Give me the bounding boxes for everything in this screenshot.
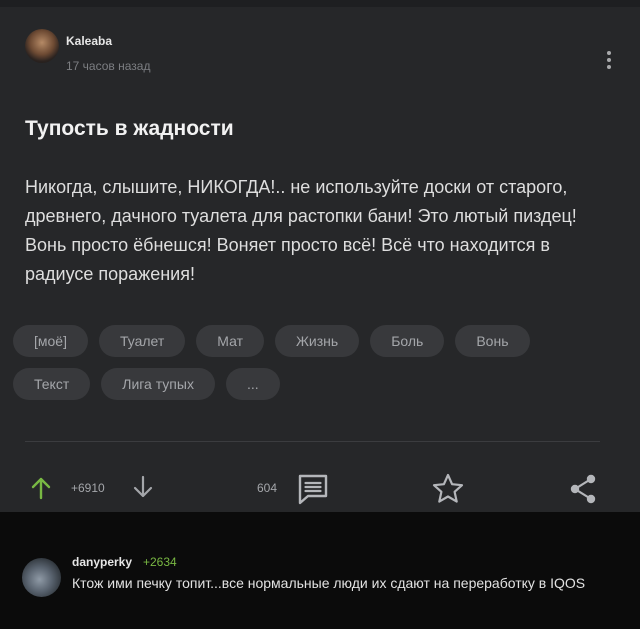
- star-icon[interactable]: [431, 472, 465, 506]
- author-avatar[interactable]: [25, 29, 59, 63]
- tag[interactable]: Жизнь: [275, 325, 360, 357]
- tag[interactable]: Вонь: [455, 325, 530, 357]
- post-title[interactable]: Тупость в жадности: [25, 117, 234, 141]
- tag[interactable]: Текст: [13, 368, 91, 400]
- tag-list: [моё] Туалет Мат Жизнь Боль Вонь Текст Л…: [13, 325, 613, 411]
- ellipsis-vertical-icon[interactable]: [600, 49, 618, 79]
- post-author[interactable]: Kaleaba: [66, 34, 112, 48]
- top-bar: [0, 0, 640, 7]
- post-score: +6910: [71, 481, 105, 495]
- post-time: 17 часов назад: [66, 59, 151, 73]
- tag[interactable]: [моё]: [13, 325, 88, 357]
- arrow-down-icon[interactable]: [132, 475, 154, 499]
- comments-icon[interactable]: [296, 472, 330, 506]
- tag[interactable]: Боль: [370, 325, 445, 357]
- post-body: Никогда, слышите, НИКОГДА!.. не использу…: [25, 177, 577, 284]
- more-tags-button[interactable]: ...: [225, 368, 280, 400]
- comments-count[interactable]: 604: [257, 481, 277, 495]
- comment: danyperky +2634 Ктож ими печку топит...в…: [0, 512, 640, 629]
- tag[interactable]: Лига тупых: [101, 368, 215, 400]
- divider: [25, 441, 600, 442]
- comment-avatar[interactable]: [22, 558, 61, 597]
- arrow-up-icon[interactable]: [30, 476, 52, 500]
- tag[interactable]: Туалет: [98, 325, 186, 357]
- comment-rating: +2634: [143, 555, 177, 569]
- tag[interactable]: Мат: [196, 325, 264, 357]
- comment-text: Ктож ими печку топит...все нормальные лю…: [72, 575, 586, 591]
- comment-author[interactable]: danyperky: [72, 555, 132, 569]
- share-icon[interactable]: [566, 472, 600, 506]
